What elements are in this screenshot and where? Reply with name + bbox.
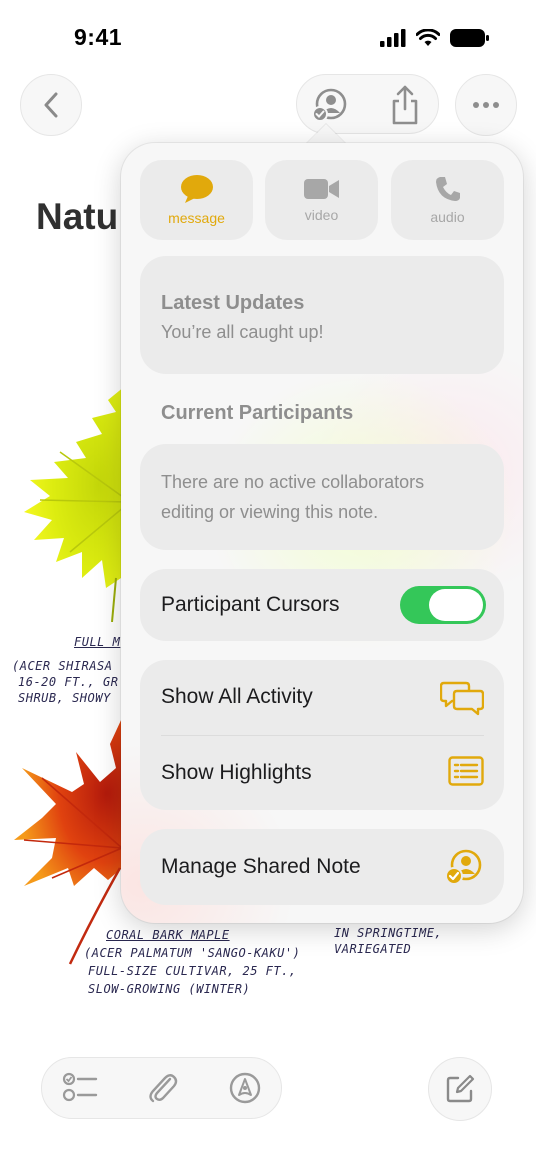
handwritten-label-line: SHRUB, SHOWY xyxy=(18,691,111,705)
audio-label: audio xyxy=(430,209,465,225)
video-button[interactable]: video xyxy=(265,160,378,240)
bottom-toolbar xyxy=(41,1057,282,1119)
participants-card: There are no active collaborators editin… xyxy=(140,444,504,550)
attachment-button[interactable] xyxy=(146,1071,182,1107)
show-highlights-row[interactable]: Show Highlights xyxy=(140,736,504,810)
yellow-leaf-illustration xyxy=(24,382,130,622)
note-title: Natu xyxy=(36,196,119,237)
handwritten-label-title: CORAL BARK MAPLE xyxy=(106,928,230,942)
chevron-left-icon xyxy=(44,92,58,118)
handwritten-label-title: FULL M xyxy=(74,635,121,649)
paperclip-icon xyxy=(149,1074,178,1103)
message-icon xyxy=(180,175,213,203)
manage-shared-note-label: Manage Shared Note xyxy=(161,855,361,878)
participants-heading: Current Participants xyxy=(161,402,354,424)
participants-empty-line: There are no active collaborators xyxy=(161,472,425,492)
checklist-icon xyxy=(62,1072,98,1102)
handwritten-label-line: VARIEGATED xyxy=(334,942,412,956)
status-icons xyxy=(380,28,490,48)
compose-button[interactable] xyxy=(428,1057,492,1121)
handwritten-label-line: (ACER PALMATUM 'SANGO-KAKU') xyxy=(84,946,301,960)
highlights-list-icon xyxy=(448,756,484,786)
activity-bubbles-icon xyxy=(440,681,484,716)
handwritten-label-line: SLOW-GROWING (WINTER) xyxy=(88,982,251,996)
ellipsis-icon xyxy=(473,102,499,108)
share-button[interactable] xyxy=(385,83,425,127)
manage-shared-note-row[interactable]: Manage Shared Note xyxy=(140,829,504,905)
phone-icon xyxy=(435,177,460,201)
markup-button[interactable] xyxy=(228,1071,264,1107)
collaboration-popover: message video audio Latest Updates You’r… xyxy=(121,143,523,923)
participant-cursors-row: Participant Cursors xyxy=(140,569,504,641)
message-button[interactable]: message xyxy=(140,160,253,240)
latest-updates-title: Latest Updates xyxy=(161,292,305,314)
participant-cursors-label: Participant Cursors xyxy=(161,593,340,616)
compose-icon xyxy=(446,1074,475,1103)
more-button[interactable] xyxy=(455,74,517,136)
pen-tip-icon xyxy=(229,1072,261,1104)
cellular-signal-icon xyxy=(380,29,406,47)
activity-card: Show All Activity Show Highlights xyxy=(140,660,504,810)
status-time: 9:41 xyxy=(74,24,123,50)
participant-cursors-toggle[interactable] xyxy=(400,586,486,624)
collaboration-toolbar xyxy=(296,74,439,134)
toggle-knob xyxy=(429,589,483,621)
show-highlights-label: Show Highlights xyxy=(161,761,312,784)
message-label: message xyxy=(168,210,225,226)
manage-shared-note-icon xyxy=(445,849,482,885)
checklist-button[interactable] xyxy=(62,1071,102,1107)
latest-updates-card[interactable]: Latest Updates You’re all caught up! xyxy=(140,256,504,374)
battery-icon xyxy=(450,29,489,47)
share-icon xyxy=(392,85,418,125)
handwritten-label-line: FULL-SIZE CULTIVAR, 25 FT., xyxy=(88,964,297,978)
show-all-activity-label: Show All Activity xyxy=(161,685,313,708)
participants-empty-line: editing or viewing this note. xyxy=(161,502,379,522)
show-all-activity-row[interactable]: Show All Activity xyxy=(140,660,504,735)
status-bar: 9:41 xyxy=(0,0,536,80)
back-button[interactable] xyxy=(20,74,82,136)
audio-button[interactable]: audio xyxy=(391,160,504,240)
video-label: video xyxy=(304,207,339,223)
latest-updates-subtitle: You’re all caught up! xyxy=(161,322,324,342)
shared-person-icon xyxy=(312,88,347,122)
wifi-icon xyxy=(416,29,440,46)
video-icon xyxy=(303,179,339,199)
collaboration-button[interactable] xyxy=(307,83,351,127)
